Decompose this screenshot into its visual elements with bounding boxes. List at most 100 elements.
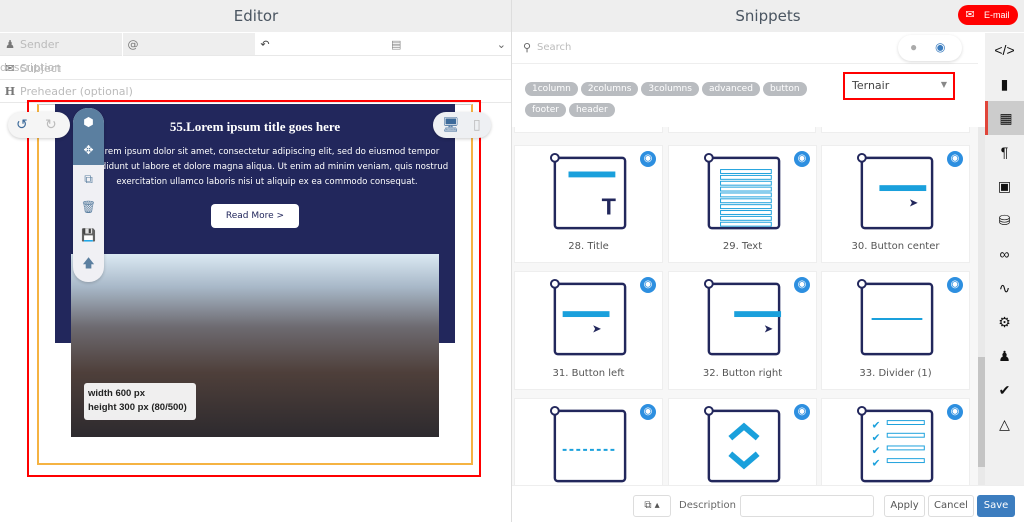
tag-button[interactable]: button	[762, 82, 807, 96]
snippet-text[interactable]: ◉ 29. Text	[668, 145, 817, 263]
grid-icon[interactable]: ▦	[985, 101, 1024, 135]
code-icon[interactable]: </>	[985, 33, 1024, 67]
snippet-search[interactable]: ⚲ Search ● ◉	[512, 33, 978, 64]
desktop-icon[interactable]: 🖥	[442, 116, 460, 133]
subject-input[interactable]: ✉ Subject	[0, 57, 512, 80]
users-icon[interactable]: ♟	[985, 339, 1024, 373]
snippet-btn-right[interactable]: ◉ ➤ 32. Button right	[668, 271, 817, 390]
snippet-dashed[interactable]: ◉	[514, 398, 663, 485]
title-icon: T	[515, 152, 662, 237]
svg-text:✔: ✔	[871, 457, 880, 469]
brand-select-value: Ternair	[852, 79, 890, 92]
file-icon[interactable]: ▮	[985, 67, 1024, 101]
trash-icon[interactable]: 🗑	[73, 193, 104, 221]
svg-text:T: T	[601, 193, 616, 219]
mobile-icon[interactable]: ▯	[473, 116, 481, 133]
tag-advanced[interactable]: advanced	[701, 82, 760, 96]
redo-icon[interactable]: ↻	[45, 116, 57, 133]
snippet-grid: ◉ T 28. Title ◉ 29. Text ◉ ➤ 30. Button center ◉…	[512, 127, 978, 485]
tag-footer[interactable]: footer	[525, 103, 566, 117]
database-icon[interactable]: ⛁	[985, 203, 1024, 237]
chevron-down-icon: ⌄	[496, 38, 506, 51]
snippet-btn-center[interactable]: ◉ ➤ 30. Button center	[821, 145, 970, 263]
heading-icon: H	[4, 85, 16, 98]
envelope-icon: ✉	[5, 62, 15, 75]
svg-text:✔: ✔	[871, 419, 880, 431]
contact-card-icon: ▤	[391, 38, 402, 51]
snippet-btn-left[interactable]: ◉ ➤ 31. Button left	[514, 271, 663, 390]
history-toolbar: ↺ ↻	[8, 112, 70, 138]
globe-icon: ◉	[794, 277, 810, 293]
right-sidebar: </> ▮ ▦ ¶ ▣ ⛁ ∞ ∿ ⚙ ♟ ✔ △	[985, 33, 1024, 485]
email-button[interactable]: ✉ E-mail	[958, 5, 1018, 25]
chevrons-icon	[669, 405, 816, 485]
description-input[interactable]	[740, 495, 874, 517]
block-icon[interactable]: ⬢	[73, 108, 104, 136]
block-toolbar: ⬢ ✥ ⧉ 🗑 💾 🡅	[73, 108, 104, 282]
svg-text:➤: ➤	[908, 197, 918, 210]
snippet-label: 31. Button left	[552, 368, 625, 379]
tag-list: 1column 2columns 3columns advanced button foo…	[525, 78, 835, 120]
scrollbar[interactable]	[978, 127, 985, 485]
globe-icon: ◉	[640, 151, 656, 167]
search-input[interactable]: Search	[537, 42, 571, 53]
caret-down-icon: ▼	[940, 80, 947, 89]
description-label: Description	[679, 500, 736, 511]
dashed-icon	[515, 405, 662, 485]
snippets-title: Snippets	[512, 0, 1024, 32]
flask-icon[interactable]: △	[985, 407, 1024, 441]
brand-select[interactable]: Ternair ▼	[843, 72, 955, 100]
save-button[interactable]: Save	[977, 495, 1015, 517]
snippet-label: 32. Button right	[702, 368, 783, 379]
svg-text:➤: ➤	[591, 323, 601, 336]
check-icon[interactable]: ✔	[985, 373, 1024, 407]
paragraph-icon[interactable]: ¶	[985, 135, 1024, 169]
tag-2columns[interactable]: 2columns	[580, 82, 639, 96]
snippet-checklist[interactable]: ◉ ✔ ✔ ✔ ✔	[821, 398, 970, 485]
globe-icon[interactable]: ◉	[935, 40, 945, 54]
tag-3columns[interactable]: 3columns	[641, 82, 699, 96]
snippet-label: 28. Title	[568, 241, 609, 252]
image-icon[interactable]: ▣	[985, 169, 1024, 203]
apply-button[interactable]: Apply	[884, 495, 925, 517]
rss-icon[interactable]: ∿	[985, 271, 1024, 305]
btn-center-icon: ➤	[822, 152, 969, 237]
envelope-icon: ✉	[961, 6, 979, 24]
save-icon[interactable]: 💾	[73, 221, 104, 249]
copy-icon: ⧉ ▴	[644, 500, 660, 511]
email-button-label: E-mail	[984, 10, 1010, 20]
text-icon	[669, 152, 816, 237]
copy-icon[interactable]: ⧉	[73, 165, 104, 193]
globe-icon: ◉	[947, 404, 963, 420]
snippet-divider[interactable]: ◉ 33. Divider (1)	[821, 271, 970, 390]
reply-to-select[interactable]: ↶ ▤ ⌄	[255, 33, 512, 56]
globe-icon: ◉	[947, 277, 963, 293]
location-icon[interactable]: ●	[910, 40, 917, 54]
sender-email-input[interactable]: @	[123, 33, 255, 56]
snippet-label: 29. Text	[722, 241, 763, 252]
globe-icon: ◉	[640, 277, 656, 293]
user-icon: ♟	[5, 38, 15, 51]
svg-text:✔: ✔	[871, 445, 880, 457]
cancel-button[interactable]: Cancel	[928, 495, 974, 517]
globe-icon: ◉	[794, 151, 810, 167]
globe-icon: ◉	[947, 151, 963, 167]
globe-icon: ◉	[794, 404, 810, 420]
at-icon: @	[127, 38, 139, 51]
snippet-label: 33. Divider (1)	[859, 368, 932, 379]
snippet-title[interactable]: ◉ T 28. Title	[514, 145, 663, 263]
tag-header[interactable]: header	[568, 103, 615, 117]
snippet-chevrons[interactable]: ◉	[668, 398, 817, 485]
gear-icon[interactable]: ⚙	[985, 305, 1024, 339]
divider-icon	[822, 278, 969, 363]
device-toolbar: 🖥 ▯	[433, 112, 491, 138]
link-icon[interactable]: ∞	[985, 237, 1024, 271]
btn-right-icon: ➤	[669, 278, 816, 363]
copy-menu-button[interactable]: ⧉ ▴	[633, 495, 671, 517]
svg-text:➤: ➤	[763, 323, 773, 336]
sender-description-input[interactable]: ♟ Sender description	[0, 33, 122, 74]
move-icon[interactable]: ✥	[73, 136, 104, 164]
tag-1column[interactable]: 1column	[525, 82, 578, 96]
undo-icon[interactable]: ↺	[16, 116, 28, 133]
arrow-up-icon[interactable]: 🡅	[73, 249, 104, 277]
